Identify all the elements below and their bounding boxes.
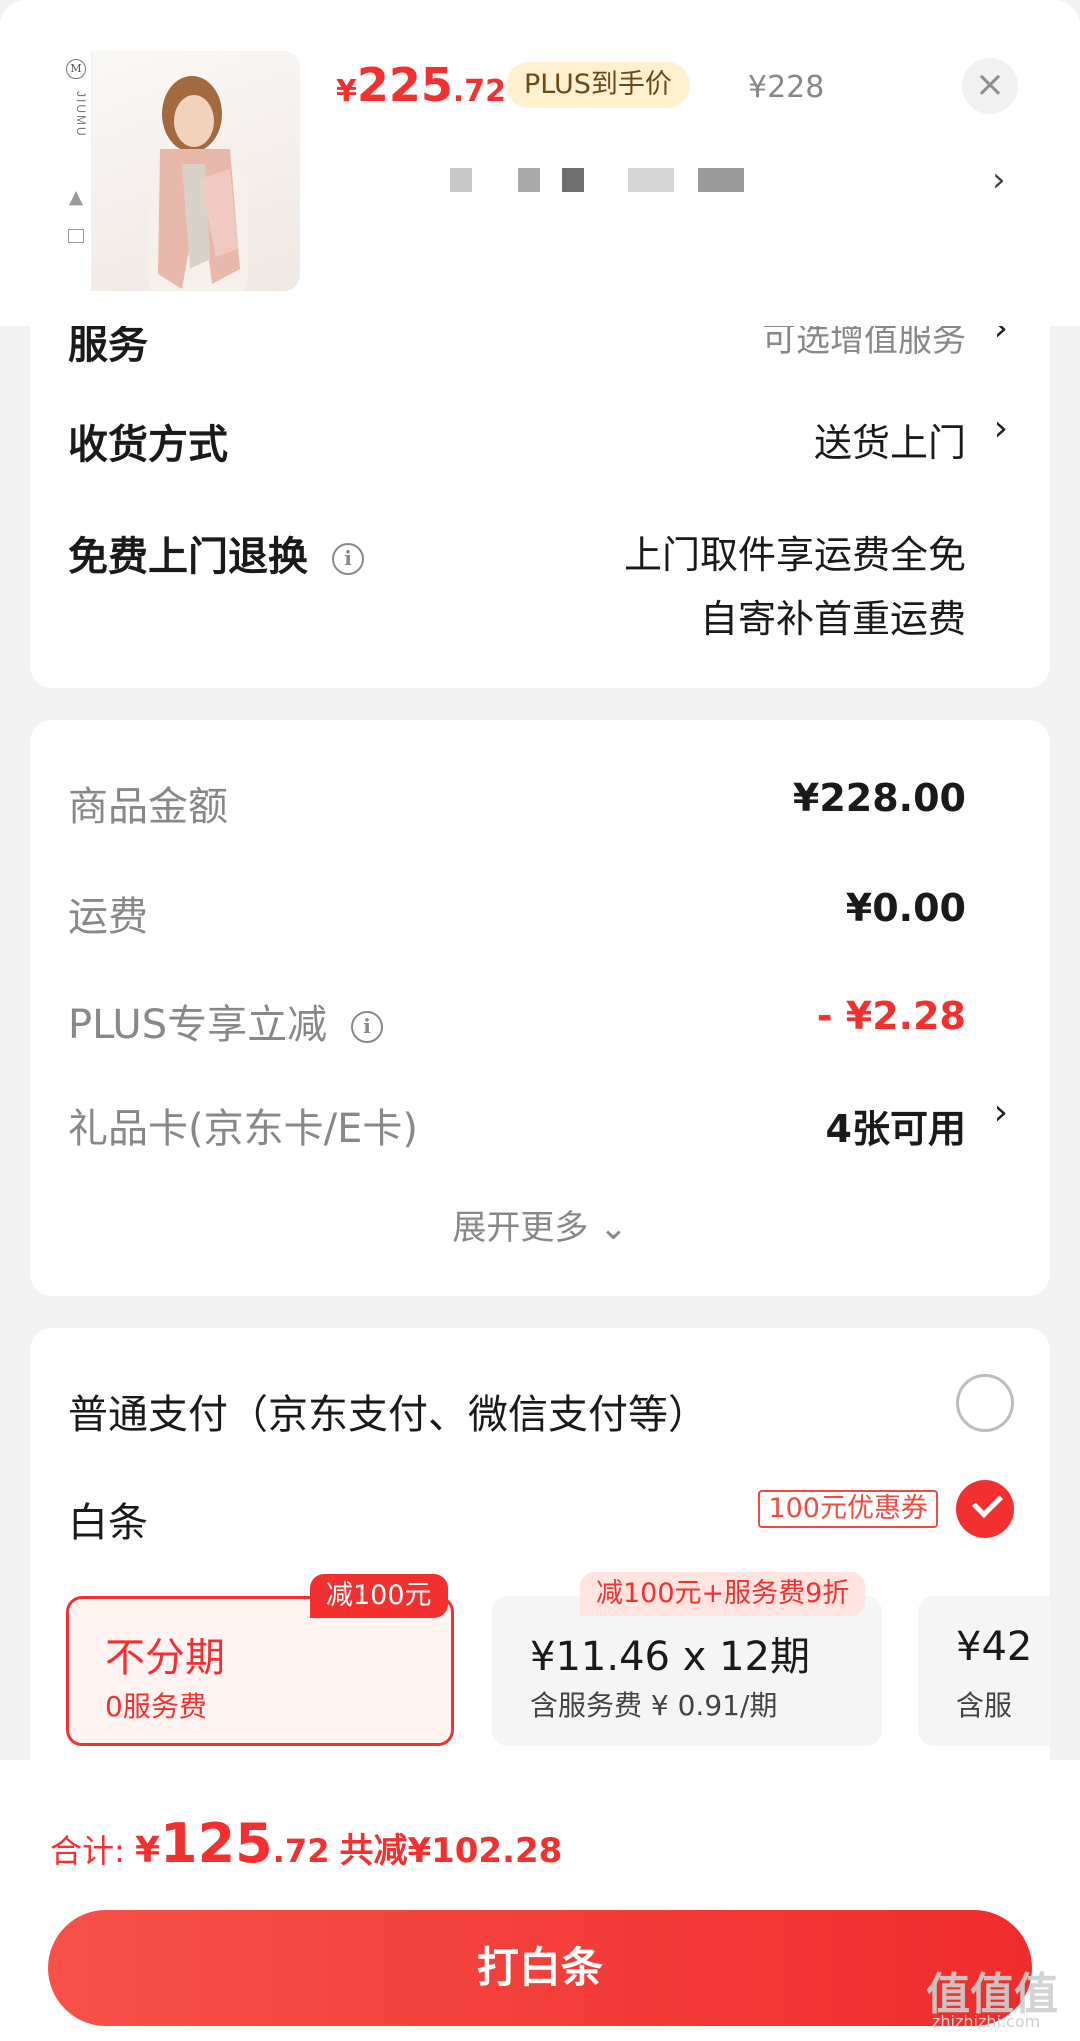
chevron-right-icon[interactable]: ›	[994, 326, 1008, 349]
installment-title: ¥11.46 x 12期	[530, 1634, 810, 1680]
installment-option-none[interactable]: 不分期 0服务费	[66, 1596, 454, 1746]
spec-blurred-text	[628, 168, 674, 192]
spec-blurred-text	[562, 168, 584, 192]
discount-price: ¥225.72	[336, 58, 507, 112]
tree-icon	[69, 191, 83, 206]
product-thumbnail[interactable]: M JIUMU	[60, 51, 300, 291]
coupon-badge[interactable]: 100元优惠券	[758, 1490, 938, 1528]
service-label: 服务	[68, 326, 148, 368]
chevron-right-icon: ›	[992, 160, 1006, 200]
installment-option-more[interactable]: ¥42 含服	[918, 1596, 1050, 1746]
chevron-right-icon[interactable]: ›	[994, 408, 1008, 449]
installment-tag: 减100元	[310, 1574, 448, 1618]
shipping-label: 收货方式	[68, 422, 228, 468]
goods-amount-value: ¥228.00	[792, 776, 966, 820]
spec-blurred-text	[450, 168, 472, 192]
installment-sub: 含服	[956, 1689, 1013, 1722]
original-price: ¥228	[748, 70, 825, 105]
free-return-value-1: 上门取件享运费全免	[623, 533, 966, 577]
spec-blurred-text	[698, 168, 744, 192]
brand-logo-icon: M	[66, 59, 86, 79]
checkout-bar: 合计: ¥125.72 共减¥102.28 打白条	[0, 1760, 1080, 2041]
plus-discount-label: PLUS专享立减 i	[68, 992, 384, 1050]
product-header: M JIUMU ¥225.72 PLUS到手价 ¥228 × ›	[0, 0, 1080, 326]
baitiao-radio-checked[interactable]	[956, 1480, 1014, 1538]
installment-title: 不分期	[105, 1635, 225, 1681]
order-total: 合计: ¥125.72 共减¥102.28	[50, 1812, 563, 1875]
brand-strip: M JIUMU	[60, 51, 92, 291]
info-icon[interactable]: i	[332, 543, 364, 575]
spec-blurred-text	[518, 168, 540, 192]
price-summary-card: 商品金额 ¥228.00 运费 ¥0.00 PLUS专享立减 i - ¥2.28 …	[30, 720, 1050, 1296]
freight-value: ¥0.00	[845, 886, 966, 930]
gift-card-value[interactable]: 4张可用	[826, 1098, 966, 1153]
installment-title: ¥42	[956, 1624, 1033, 1670]
expand-more-button[interactable]: 展开更多 ⌄	[30, 1200, 1050, 1249]
plus-discount-value: - ¥2.28	[816, 994, 966, 1038]
installment-tag: 减100元+服务费9折	[580, 1572, 866, 1616]
installment-sub: 0服务费	[105, 1690, 207, 1723]
installment-sub: 含服务费 ¥ 0.91/期	[530, 1689, 778, 1722]
brand-name: JIUMU	[74, 91, 88, 138]
total-saved: 共减¥102.28	[339, 1831, 563, 1871]
installment-option-12[interactable]: ¥11.46 x 12期 含服务费 ¥ 0.91/期	[492, 1596, 882, 1746]
free-return-value-2: 自寄补首重运费	[699, 597, 966, 641]
info-icon[interactable]: i	[351, 1011, 384, 1043]
normal-payment-label[interactable]: 普通支付（京东支付、微信支付等）	[68, 1382, 708, 1440]
freight-label: 运费	[68, 894, 148, 940]
gift-icon	[68, 229, 84, 243]
gift-card-label: 礼品卡(京东卡/E卡)	[68, 1106, 418, 1152]
shipping-value[interactable]: 送货上门	[814, 412, 966, 467]
normal-payment-radio[interactable]	[956, 1374, 1014, 1432]
pay-baitiao-button[interactable]: 打白条	[48, 1910, 1032, 2026]
watermark-url: zhizhizhi.com	[932, 2012, 1041, 2031]
plus-price-badge: PLUS到手价	[506, 62, 690, 108]
model-scarf-image	[148, 76, 248, 291]
baitiao-label[interactable]: 白条	[68, 1490, 148, 1548]
delivery-card: 服务 可选增值服务 › 收货方式 送货上门 › 免费上门退换 i 上门取件享运费全…	[30, 326, 1050, 688]
free-return-label: 免费上门退换 i	[68, 524, 364, 582]
service-value[interactable]: 可选增值服务	[762, 326, 966, 361]
close-icon[interactable]: ×	[962, 58, 1018, 114]
goods-amount-label: 商品金额	[68, 784, 228, 830]
chevron-right-icon[interactable]: ›	[994, 1092, 1008, 1133]
